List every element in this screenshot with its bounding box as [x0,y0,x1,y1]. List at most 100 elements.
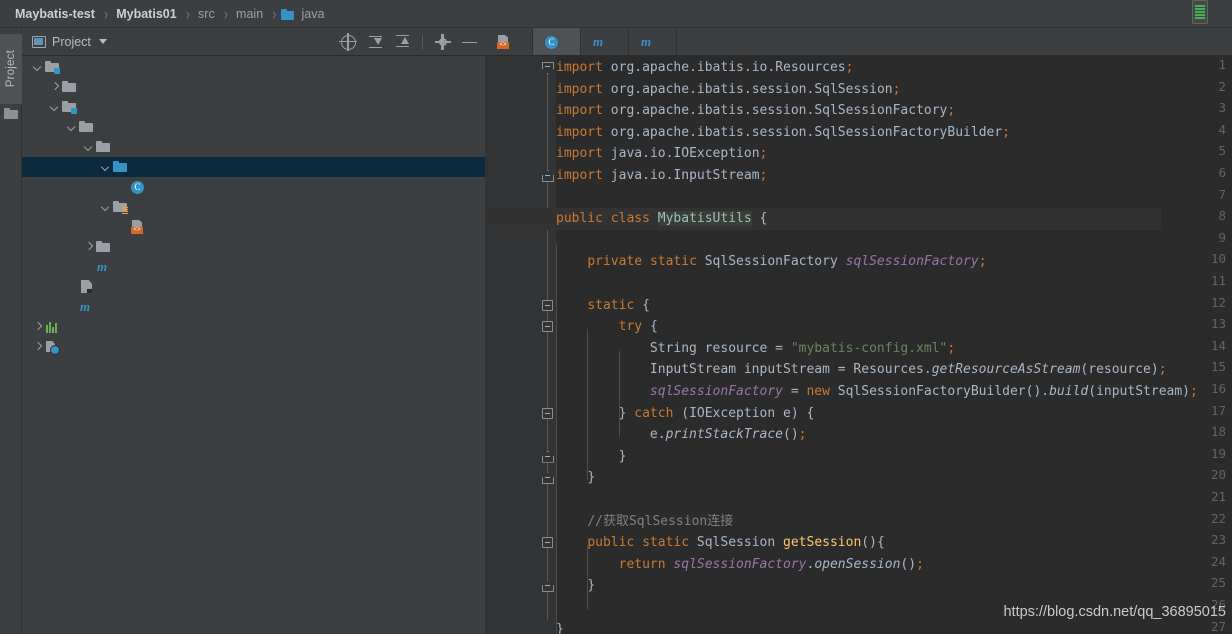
code-line[interactable]: String resource = "mybatis-config.xml"; [556,338,955,360]
expand-arrow-icon[interactable] [83,237,95,257]
breadcrumb-item-src[interactable]: src [195,7,218,21]
breadcrumb: Maybatis-test › Mybatis01 › src › main ›… [0,0,1232,28]
tree-node-scratches-and-consoles[interactable] [22,337,485,357]
breadcrumb-separator: › [103,3,109,24]
iml-file-icon [78,279,94,295]
indent-guide [556,242,557,634]
fold-toggle-icon[interactable] [542,537,553,549]
collapse-arrow-icon[interactable] [49,97,61,117]
fold-toggle-icon[interactable] [542,299,553,311]
code-line[interactable]: //获取SqlSession连接 [556,511,733,533]
code-line[interactable]: e.printStackTrace(); [556,424,807,446]
fold-toggle-icon[interactable] [542,321,553,333]
folder-icon [95,139,111,155]
collapse-arrow-icon[interactable] [32,57,44,77]
folder-icon [95,239,111,255]
code-line[interactable]: } [556,575,595,597]
breadcrumb-separator: › [185,3,191,24]
tree-node-maybatis-test[interactable] [22,57,485,77]
toolbar-divider [422,34,423,50]
editor-tab-pom-xml-mybatis01[interactable]: m [629,28,677,55]
expand-arrow-icon[interactable] [32,317,44,337]
breadcrumb-label: src [198,6,215,21]
fold-toggle-icon[interactable] [542,580,553,591]
source-code[interactable]: import org.apache.ibatis.io.Resources; im… [485,56,1232,634]
expand-arrow-icon[interactable] [49,77,61,97]
breadcrumb-item-java[interactable]: java [281,7,327,21]
code-line[interactable]: InputStream inputStream = Resources.getR… [556,359,1167,381]
code-line[interactable]: private static SqlSessionFactory sqlSess… [556,251,986,273]
collapse-arrow-icon[interactable] [83,137,95,157]
tree-node-mybatisutils[interactable]: C [22,177,485,197]
tree-node-main[interactable] [22,137,485,157]
breadcrumb-label: main [236,6,264,21]
breadcrumb-item-main[interactable]: main [233,7,266,21]
code-line[interactable]: return sqlSessionFactory.openSession(); [556,554,924,576]
tree-node-idea[interactable] [22,77,485,97]
code-line[interactable]: import org.apache.ibatis.session.SqlSess… [556,122,1010,144]
tree-node-test[interactable] [22,237,485,257]
code-line[interactable]: static { [556,295,650,317]
code-line[interactable]: import org.apache.ibatis.io.Resources; [556,57,853,79]
tree-node-resources[interactable] [22,197,485,217]
collapse-all-icon[interactable] [368,35,383,50]
code-line[interactable]: import java.io.IOException; [556,143,767,165]
code-editor[interactable]: 1 2 3 4 5 6 7 8 9 10 11 12 13 14 15 16 17 18 19 20 21 22 23 24 2… [485,56,1232,634]
module-folder-icon [44,59,60,75]
tree-node-maybatis-test-iml[interactable] [22,277,485,297]
code-line[interactable]: public static SqlSession getSession(){ [556,532,884,554]
indent-guide [587,545,589,610]
editor-tab-mybatisutils-java[interactable]: C [533,28,581,55]
code-line[interactable]: import java.io.InputStream; [556,165,767,187]
fold-toggle-icon[interactable] [542,407,553,419]
fold-toggle-icon[interactable] [542,472,553,483]
code-line[interactable]: public class MybatisUtils { [485,208,1161,230]
collapse-arrow-icon[interactable] [100,157,112,177]
minimize-icon[interactable] [462,35,477,50]
tree-node-src[interactable] [22,117,485,137]
breadcrumb-separator: › [272,3,277,24]
tree-node-java[interactable] [22,157,485,177]
expand-all-icon[interactable] [395,34,410,50]
code-line[interactable]: } [556,467,595,489]
editor-area: Cm m 123456789101112131415161718192021222… [485,28,1232,634]
project-tree[interactable]: Cm m [22,57,485,634]
maven-file-icon: m [97,259,108,274]
collapse-arrow-icon[interactable] [66,117,78,137]
code-line[interactable]: import org.apache.ibatis.session.SqlSess… [556,79,900,101]
tree-node-mybatis-config-xml[interactable] [22,217,485,237]
indent-guide [618,350,620,438]
tool-tab-label: Project [5,50,17,88]
code-line[interactable]: import org.apache.ibatis.session.SqlSess… [556,100,955,122]
tree-node-pom-xml[interactable]: m [22,297,485,317]
editor-tab-pom-xml-maybatis-test[interactable]: m [581,28,629,55]
breadcrumb-item-project[interactable]: Maybatis-test [12,7,98,21]
gear-icon[interactable] [434,34,451,50]
tree-node-mybatis01[interactable] [22,97,485,117]
editor-tab-mybatis-config-xml[interactable] [485,28,533,55]
locate-file-icon[interactable] [339,32,357,51]
collapse-arrow-icon[interactable] [100,197,112,217]
breadcrumb-item-module[interactable]: Mybatis01 [113,7,179,21]
folder-blue-icon [112,159,128,175]
code-line[interactable]: try { [556,316,658,338]
expand-arrow-icon[interactable] [32,337,44,357]
code-line[interactable]: } [556,446,627,468]
indent-guide [587,329,589,481]
tree-node-external-libraries[interactable] [22,317,485,337]
maven-file-icon: m [80,299,91,314]
breadcrumb-separator: › [223,3,229,24]
editor-gutter[interactable] [485,56,541,634]
tree-node-pom-xml[interactable]: m [22,257,485,277]
code-line[interactable]: } catch (IOException e) { [556,403,815,425]
memory-indicator[interactable] [1192,0,1208,24]
fold-toggle-icon[interactable] [542,451,553,462]
fold-toggle-icon[interactable] [542,62,553,73]
code-line[interactable]: } [556,619,564,634]
sidebar-item-project[interactable]: Project [0,34,22,104]
fold-toggle-icon[interactable] [542,170,553,181]
breadcrumb-label: Maybatis-test [15,6,95,21]
code-line[interactable]: sqlSessionFactory = new SqlSessionFactor… [556,381,1198,403]
project-view-selector[interactable]: Project [22,35,107,49]
